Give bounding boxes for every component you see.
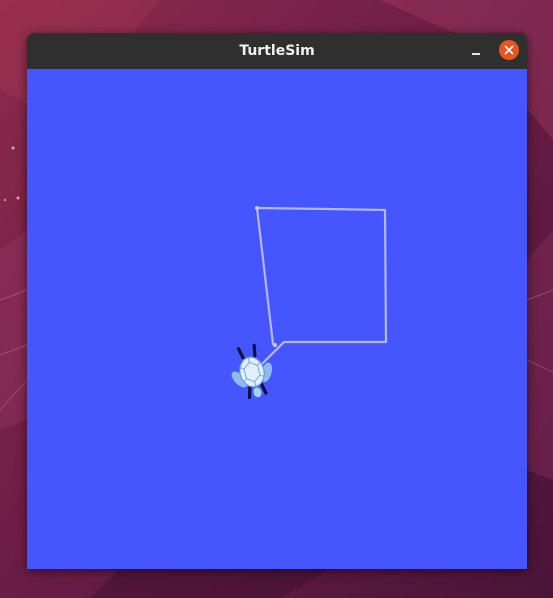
titlebar[interactable]: TurtleSim: [27, 33, 527, 70]
close-icon: [504, 45, 514, 55]
turtle-canvas: [27, 69, 527, 569]
close-button[interactable]: [499, 40, 519, 60]
trail-corner-point: [255, 206, 259, 210]
pen-trail: [251, 206, 388, 375]
window-title: TurtleSim: [239, 43, 315, 59]
turtle-icon: [231, 343, 273, 400]
turtlesim-window: TurtleSim: [27, 33, 527, 569]
trail-start-point: [273, 343, 277, 347]
minimize-icon: [472, 53, 480, 55]
minimize-button[interactable]: [466, 41, 486, 61]
canvas-drawing: [231, 206, 388, 400]
